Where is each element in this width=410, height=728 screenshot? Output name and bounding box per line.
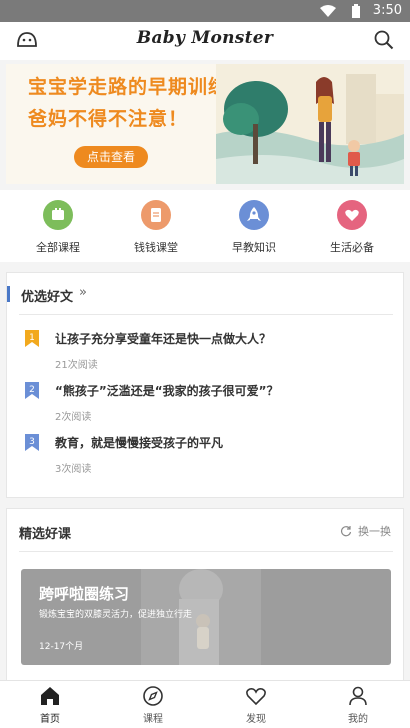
svg-text:2: 2 <box>29 385 35 395</box>
status-bar: 3:50 <box>0 0 410 22</box>
person-icon <box>349 686 367 706</box>
rocket-icon <box>239 200 269 230</box>
category-grid: 全部课程 钱钱课堂 早教知识 生活必备 <box>0 190 410 262</box>
course-description: 锻炼宝宝的双膝灵活力，促进独立行走 <box>39 610 193 620</box>
article-item[interactable]: 1 让孩子充分享受童年还是快一点做大人？ 21次阅读 <box>25 328 395 378</box>
battery-icon <box>352 4 360 18</box>
banner-view-button[interactable]: 点击查看 <box>74 146 148 168</box>
heart-outline-icon <box>246 688 266 706</box>
heart-icon <box>337 200 367 230</box>
svg-text:3: 3 <box>29 437 35 447</box>
compass-icon <box>143 686 163 706</box>
article-title: “熊孩子”泛滥还是“我家的孩子很可爱”？ <box>55 384 279 398</box>
section-accent-bar <box>7 286 10 302</box>
money-class-icon <box>141 200 171 230</box>
swap-label: 换一换 <box>358 525 391 538</box>
course-card[interactable]: 跨呼啦圈练习 锻炼宝宝的双膝灵活力，促进独立行走 12-17个月 <box>21 569 391 665</box>
rank-badge-icon: 2 <box>25 382 39 399</box>
bottom-tab-bar: 首页 课程 发现 我的 <box>0 680 410 728</box>
search-icon[interactable] <box>374 30 394 50</box>
tab-discover[interactable]: 发现 <box>216 685 296 725</box>
banner-headline-2: 爸妈不得不注意！ <box>28 108 189 130</box>
category-life-essentials[interactable]: 生活必备 <box>307 200 397 255</box>
status-time: 3:50 <box>372 3 402 18</box>
article-item[interactable]: 2 “熊孩子”泛滥还是“我家的孩子很可爱”？ 2次阅读 <box>25 380 395 430</box>
article-title: 让孩子充分享受童年还是快一点做大人？ <box>55 332 272 346</box>
rank-badge-icon: 1 <box>25 330 39 347</box>
article-title: 教育，就是慢慢接受孩子的平凡 <box>55 436 224 450</box>
refresh-icon <box>340 526 352 537</box>
course-age: 12-17个月 <box>39 642 84 652</box>
courses-card: 精选好课 换一换 跨呼啦圈练习 锻炼宝宝的双膝灵活力，促进独立行走 12-17个… <box>6 508 404 688</box>
wifi-icon <box>320 5 336 17</box>
banner-headline-1: 宝宝学走路的早期训练， <box>28 76 249 98</box>
category-label: 钱钱课堂 <box>134 241 178 254</box>
course-name: 跨呼啦圈练习 <box>39 585 130 603</box>
category-label: 全部课程 <box>36 241 80 254</box>
article-reads: 21次阅读 <box>55 360 98 371</box>
category-money-class[interactable]: 钱钱课堂 <box>111 200 201 255</box>
articles-more-button[interactable]: » <box>79 285 87 300</box>
tab-mine[interactable]: 我的 <box>318 685 398 725</box>
articles-title: 优选好文 <box>21 290 74 305</box>
category-all-courses[interactable]: 全部课程 <box>13 200 103 255</box>
app-title: Baby Monster <box>136 28 274 48</box>
tab-label: 首页 <box>40 714 60 725</box>
article-reads: 2次阅读 <box>55 412 92 423</box>
tab-courses[interactable]: 课程 <box>113 685 193 725</box>
home-icon <box>41 687 59 705</box>
rank-badge-icon: 3 <box>25 434 39 451</box>
divider <box>19 314 393 315</box>
category-label: 早教知识 <box>232 241 276 254</box>
courses-title: 精选好课 <box>19 527 72 542</box>
banner-illustration <box>216 64 404 184</box>
divider <box>19 551 393 552</box>
article-reads: 3次阅读 <box>55 464 92 475</box>
promo-banner[interactable]: 宝宝学走路的早期训练， 爸妈不得不注意！ 点击查看 <box>6 64 404 184</box>
tab-label: 课程 <box>143 714 163 725</box>
svg-text:1: 1 <box>29 333 35 343</box>
swap-button[interactable]: 换一换 <box>340 523 391 539</box>
category-early-education[interactable]: 早教知识 <box>209 200 299 255</box>
category-label: 生活必备 <box>330 241 374 254</box>
articles-card: 优选好文 » 1 让孩子充分享受童年还是快一点做大人？ 21次阅读 2 “熊孩子… <box>6 272 404 498</box>
article-item[interactable]: 3 教育，就是慢慢接受孩子的平凡 3次阅读 <box>25 432 395 482</box>
app-header: Baby Monster <box>0 22 410 60</box>
tab-label: 我的 <box>348 714 368 725</box>
courses-icon <box>43 200 73 230</box>
tab-home[interactable]: 首页 <box>10 685 90 725</box>
tab-label: 发现 <box>246 714 266 725</box>
